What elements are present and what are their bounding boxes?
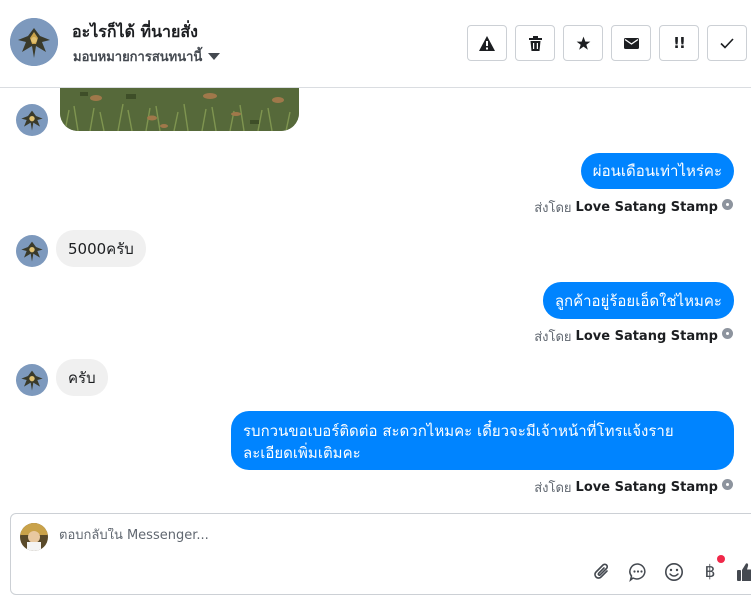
baht-icon: ฿ [704, 562, 716, 582]
sent-by-prefix: ส่งโดย [534, 201, 572, 216]
sender-page-name: Love Satang Stamp [575, 200, 718, 215]
sent-status-icon [722, 328, 733, 339]
outgoing-message[interactable]: ลูกค้าอยู่ร้อยเอ็ดใช่ไหมคะ [542, 282, 734, 319]
assign-conversation-dropdown[interactable]: มอบหมายการสนทนานี้ [73, 46, 221, 67]
checkmark-icon [720, 37, 734, 49]
star-button[interactable] [563, 25, 603, 61]
outgoing-message[interactable]: ผ่อนเดือนเท่าไหร่คะ [580, 153, 734, 189]
message-text-line-1: รบกวนขอเบอร์ติดต่อ สะดวกไหมคะ เดี๋ยวจะมี… [243, 422, 674, 440]
message-text: ลูกค้าอยู่ร้อยเอ็ดใช่ไหมคะ [554, 291, 722, 310]
reply-composer: ฿ [10, 513, 751, 595]
thumbs-up-icon [737, 563, 751, 581]
send-like-button[interactable] [735, 561, 751, 583]
outgoing-message[interactable]: รบกวนขอเบอร์ติดต่อ สะดวกไหมคะ เดี๋ยวจะมี… [231, 411, 734, 470]
saved-reply-icon [629, 563, 646, 582]
sent-status-icon [722, 199, 733, 210]
paperclip-icon [594, 563, 608, 579]
trash-icon [528, 35, 542, 51]
conversation-toolbar: !! [467, 25, 747, 61]
customer-name[interactable]: อะไรก็ได้ ที่นายสั่ง [72, 20, 198, 45]
attach-file-button[interactable] [591, 561, 613, 583]
assign-label: มอบหมายการสนทนานี้ [73, 50, 203, 65]
saved-reply-button[interactable] [627, 561, 649, 583]
mark-unread-button[interactable] [611, 25, 651, 61]
sent-by-label: ส่งโดย Love Satang Stamp [534, 197, 718, 218]
delete-button[interactable] [515, 25, 555, 61]
message-text: 5000ครับ [68, 239, 134, 258]
customer-avatar-small[interactable] [16, 235, 48, 267]
incoming-message[interactable]: ครับ [56, 359, 108, 396]
caret-down-icon [208, 53, 221, 60]
envelope-icon [623, 37, 639, 49]
composer-tools: ฿ [591, 555, 751, 583]
warning-icon [479, 35, 495, 51]
customer-avatar[interactable] [10, 18, 58, 66]
sent-by-label: ส่งโดย Love Satang Stamp [534, 477, 718, 498]
incoming-message[interactable]: 5000ครับ [56, 230, 146, 267]
sent-by-prefix: ส่งโดย [534, 481, 572, 496]
conversation-header: อะไรก็ได้ ที่นายสั่ง มอบหมายการสนทนานี้ [0, 0, 751, 88]
emoji-icon [665, 563, 683, 581]
reply-input[interactable] [59, 528, 459, 543]
notification-dot [717, 555, 725, 563]
sent-by-prefix: ส่งโดย [534, 330, 572, 345]
customer-avatar-small[interactable] [16, 364, 48, 396]
star-icon [576, 36, 590, 50]
incoming-photo[interactable] [60, 88, 299, 131]
customer-avatar-small[interactable] [16, 104, 48, 136]
sent-status-icon [722, 479, 733, 490]
payment-button[interactable]: ฿ [699, 555, 725, 583]
mark-spam-button[interactable] [467, 25, 507, 61]
message-text: ครับ [68, 368, 96, 387]
sender-page-name: Love Satang Stamp [575, 480, 718, 495]
sent-by-label: ส่งโดย Love Satang Stamp [534, 326, 718, 347]
page-avatar [20, 523, 48, 551]
emoji-button[interactable] [663, 561, 685, 583]
follow-up-button[interactable]: !! [659, 25, 699, 61]
mark-done-button[interactable] [707, 25, 747, 61]
message-text-line-2: ละเอียดเพิ่มเติมคะ [243, 444, 361, 462]
exclamation-icon: !! [673, 34, 686, 52]
message-text: ผ่อนเดือนเท่าไหร่คะ [592, 162, 722, 180]
sender-page-name: Love Satang Stamp [575, 329, 718, 344]
